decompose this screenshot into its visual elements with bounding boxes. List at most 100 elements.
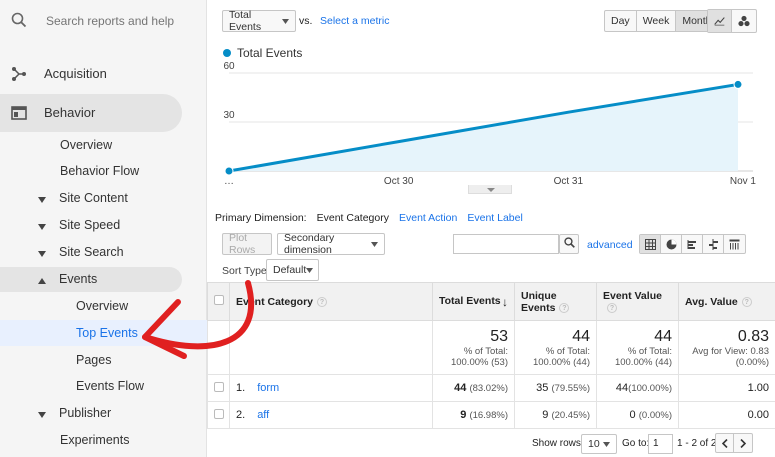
show-rows-select[interactable]: 10 <box>581 434 617 454</box>
pager-buttons <box>715 433 753 453</box>
sidebar-item-site-speed[interactable]: Site Speed <box>0 212 207 238</box>
header-avg-value[interactable]: Avg. Value? <box>678 282 775 321</box>
total-value: 44 <box>654 327 672 345</box>
search-icon <box>563 237 575 251</box>
row-index: 1. <box>236 382 246 394</box>
row-total-events: 9 (16.98%) <box>432 401 515 429</box>
header-unique-events[interactable]: Unique Events? <box>514 282 597 321</box>
select-all-checkbox[interactable] <box>214 295 224 305</box>
header-event-category[interactable]: Event Category? <box>229 282 433 321</box>
row-checkbox[interactable] <box>214 408 224 419</box>
table-search-input[interactable] <box>453 234 559 254</box>
sidebar-item-site-search[interactable]: Site Search <box>0 239 207 265</box>
x-tick-label: Nov 1 <box>730 176 757 187</box>
performance-view-icon[interactable] <box>682 235 703 253</box>
metric-select[interactable]: Total Events <box>222 9 296 33</box>
sort-type-label: Sort Type: <box>222 265 270 277</box>
sidebar-item-acquisition[interactable]: Acquisition <box>0 56 207 92</box>
plot-rows-button[interactable]: Plot Rows <box>222 232 272 256</box>
sidebar-item-events-flow[interactable]: Events Flow <box>0 373 207 399</box>
row-unique-value: 35 <box>536 382 549 394</box>
secondary-dimension-select[interactable]: Secondary dimension <box>277 232 385 256</box>
sidebar-search[interactable]: Search reports and help <box>0 0 207 42</box>
page-range-text: 1 - 2 of 2 <box>677 438 717 449</box>
totals-blank <box>229 320 433 375</box>
motion-chart-icon[interactable] <box>732 10 756 32</box>
total-sub: % of Total: 100.00% (53) <box>450 345 508 368</box>
row-category-link[interactable]: aff <box>257 409 269 421</box>
advanced-link[interactable]: advanced <box>587 239 633 251</box>
total-sub: % of Total: 100.00% (44) <box>532 345 590 368</box>
x-tick-label: Oct 30 <box>384 176 414 187</box>
row-total-pct: (16.98%) <box>469 410 508 421</box>
sidebar: Search reports and help Acquisition Beha… <box>0 0 207 457</box>
pivot-view-icon[interactable] <box>724 235 745 253</box>
totals-unique-events: 44 % of Total: 100.00% (44) <box>514 320 597 375</box>
sidebar-item-label: Behavior Flow <box>60 164 140 178</box>
pie-view-icon[interactable] <box>661 235 682 253</box>
sidebar-item-pages[interactable]: Pages <box>0 347 207 373</box>
row-index: 2. <box>236 409 246 421</box>
header-label: Event Value <box>603 289 662 302</box>
chart-resize-handle[interactable] <box>468 185 512 194</box>
sidebar-item-overview[interactable]: Overview <box>0 132 207 158</box>
metric-select-value: Total Events <box>229 9 262 33</box>
range-day-button[interactable]: Day <box>605 11 637 31</box>
row-event-value: 44(100.00%) <box>596 374 679 402</box>
sidebar-item-label: Site Speed <box>59 218 121 232</box>
dimension-event-category[interactable]: Event Category <box>317 212 389 224</box>
row-select-cell <box>207 374 230 402</box>
y-tick-label: 30 <box>223 110 235 121</box>
row-event-value: 0 (0.00%) <box>596 401 679 429</box>
x-tick-label: … <box>224 176 234 187</box>
comparison-view-icon[interactable] <box>703 235 724 253</box>
header-label: Total Events <box>439 294 501 307</box>
sidebar-item-behavior-flow[interactable]: Behavior Flow <box>0 158 207 184</box>
primary-dimension-bar: Primary Dimension: Event Category Event … <box>215 212 523 224</box>
chevron-down-icon <box>371 238 378 250</box>
row-unique-events: 9 (20.45%) <box>514 401 597 429</box>
totals-avg-value: 0.83 Avg for View: 0.83 (0.00%) <box>678 320 775 375</box>
select-metric-link[interactable]: Select a metric <box>320 15 389 27</box>
chart-type-toggle <box>707 9 757 33</box>
sidebar-item-label: Top Events <box>76 326 138 340</box>
data-point <box>224 166 234 176</box>
line-chart-icon[interactable] <box>708 10 732 32</box>
table-view-icon[interactable] <box>640 235 661 253</box>
help-icon[interactable]: ? <box>741 296 752 307</box>
sort-type-select[interactable]: Default <box>266 259 319 281</box>
sidebar-item-events-overview[interactable]: Overview <box>0 293 207 319</box>
header-total-events[interactable]: Total Events ↓ <box>432 282 515 321</box>
row-avg: 0.00 <box>747 409 769 421</box>
caret-down-icon <box>38 248 46 260</box>
row-total-pct: (83.02%) <box>469 383 508 394</box>
row-total-events: 44 (83.02%) <box>432 374 515 402</box>
sidebar-item-behavior[interactable]: Behavior <box>0 95 207 131</box>
sidebar-item-events[interactable]: Events <box>0 266 207 292</box>
goto-input[interactable]: 1 <box>648 434 673 454</box>
header-event-value[interactable]: Event Value? <box>596 282 679 321</box>
help-icon[interactable]: ? <box>607 302 617 313</box>
sidebar-item-publisher[interactable]: Publisher <box>0 400 207 426</box>
row-checkbox[interactable] <box>214 381 224 392</box>
behavior-icon <box>11 105 27 124</box>
sidebar-item-experiments[interactable]: Experiments <box>0 427 207 453</box>
chart-svg: Total Events 30 60 … Oct 30 Oct 31 Nov 1 <box>223 46 757 187</box>
dimension-event-label[interactable]: Event Label <box>467 212 522 224</box>
table-search-button[interactable] <box>559 234 579 254</box>
sidebar-item-site-content[interactable]: Site Content <box>0 185 207 211</box>
row-category-link[interactable]: form <box>257 382 279 394</box>
sidebar-item-top-events[interactable]: Top Events <box>0 320 207 346</box>
next-page-icon[interactable] <box>734 434 752 452</box>
sidebar-item-label: Overview <box>60 138 113 152</box>
prev-page-icon[interactable] <box>716 434 734 452</box>
header-label: Event Category <box>236 295 314 308</box>
sidebar-item-label: Behavior <box>44 105 96 120</box>
help-icon[interactable]: ? <box>559 302 570 313</box>
header-label: Avg. Value <box>685 295 738 308</box>
help-icon[interactable]: ? <box>317 296 328 307</box>
range-week-button[interactable]: Week <box>637 11 677 31</box>
row-select-cell <box>207 401 230 429</box>
sidebar-item-label: Events <box>59 272 98 286</box>
dimension-event-action[interactable]: Event Action <box>399 212 457 224</box>
